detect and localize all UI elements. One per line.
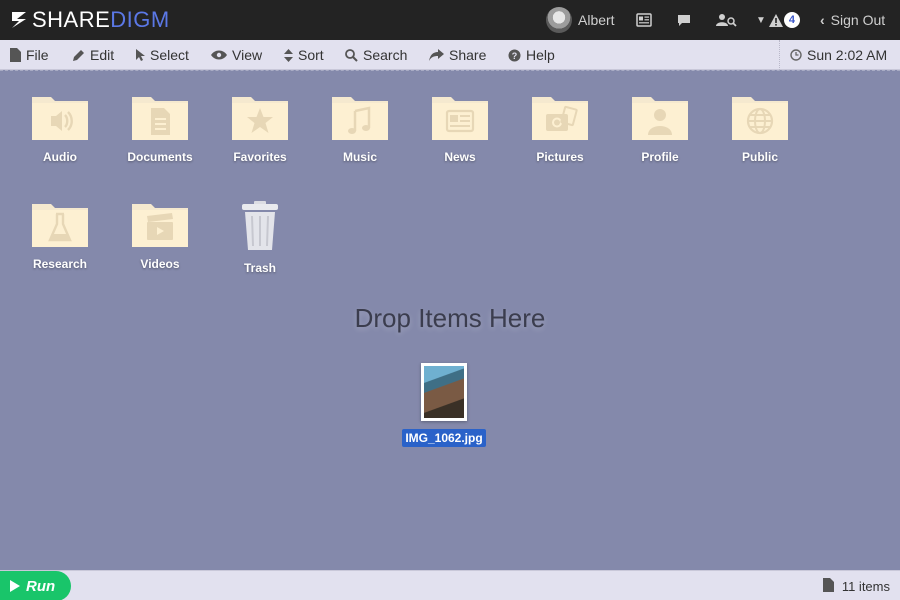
file-label: IMG_1062.jpg [402, 429, 486, 447]
eye-icon [211, 50, 227, 60]
file-image[interactable]: IMG_1062.jpg [397, 363, 491, 447]
folder-news[interactable]: News [415, 93, 505, 164]
pencil-icon [72, 49, 85, 62]
run-button[interactable]: Run [0, 571, 71, 600]
file-icon [10, 48, 21, 62]
folder-label: Favorites [233, 150, 287, 164]
menu-file-label: File [26, 47, 49, 63]
menu-help-label: Help [526, 47, 555, 63]
folder-documents[interactable]: Documents [115, 93, 205, 164]
cursor-icon [135, 48, 145, 62]
folder-audio[interactable]: Audio [15, 93, 105, 164]
caret-down-icon: ▼ [756, 14, 766, 26]
help-icon: ? [508, 49, 521, 62]
menu-select-label: Select [150, 47, 189, 63]
search-icon [345, 48, 358, 62]
notifications[interactable]: ▼ 4 [756, 0, 800, 40]
menu-help[interactable]: ? Help [508, 40, 555, 70]
sign-out-button[interactable]: ‹ Sign Out [820, 0, 885, 40]
person-icon [632, 97, 688, 140]
newspaper-icon[interactable] [636, 0, 652, 40]
folder-public[interactable]: Public [715, 93, 805, 164]
document-icon [132, 97, 188, 140]
menu-search[interactable]: Search [345, 40, 407, 70]
menu-sort[interactable]: Sort [284, 40, 324, 70]
logo-mark-icon [12, 12, 26, 28]
app-name: SHAREDIGM [32, 7, 170, 32]
run-label: Run [26, 577, 56, 595]
menu-view-label: View [232, 47, 263, 63]
trash-bin[interactable]: Trash [215, 200, 305, 275]
user-search-icon[interactable] [716, 0, 738, 40]
user-name: Albert [578, 12, 615, 28]
newspaper-icon [432, 97, 488, 140]
folder-videos[interactable]: Videos [115, 200, 205, 271]
trash-icon [242, 201, 278, 250]
svg-text:?: ? [512, 51, 518, 61]
folder-label: Documents [127, 150, 193, 164]
image-thumbnail [421, 363, 467, 421]
item-count: 11 items [822, 571, 890, 600]
drop-zone-text: Drop Items Here [354, 303, 546, 333]
share-icon [429, 49, 444, 61]
chevron-left-icon: ‹ [820, 12, 825, 28]
menu-search-label: Search [363, 47, 408, 63]
flask-icon [32, 204, 88, 247]
top-bar: SHAREDIGM Albert ▼ 4 ‹ Sign Out [0, 0, 900, 40]
trash-label: Trash [243, 261, 276, 275]
star-icon [232, 97, 288, 140]
menu-select[interactable]: Select [135, 40, 189, 70]
folder-label: Profile [641, 150, 679, 164]
chat-icon[interactable] [676, 0, 692, 40]
clapperboard-icon [132, 204, 188, 247]
clock-icon [790, 49, 802, 61]
notification-badge: 4 [783, 12, 800, 28]
folder-label: Videos [140, 257, 180, 271]
folder-research[interactable]: Research [15, 200, 105, 271]
folder-pictures[interactable]: Pictures [515, 93, 605, 164]
sign-out-label: Sign Out [830, 12, 886, 28]
menu-share[interactable]: Share [429, 40, 486, 70]
warning-icon [768, 13, 783, 27]
play-icon [10, 580, 20, 592]
folder-label: Music [342, 150, 377, 164]
folder-music[interactable]: Music [315, 93, 405, 164]
desktop-area[interactable]: Audio Documents Favorites Music News Pic… [0, 70, 900, 569]
avatar [546, 7, 572, 33]
item-count-text: 11 items [841, 578, 890, 594]
menu-file[interactable]: File [10, 40, 49, 70]
menu-edit-label: Edit [90, 47, 115, 63]
folder-label: Research [32, 257, 88, 271]
clock[interactable]: Sun 2:02 AM [779, 40, 900, 70]
folder-profile[interactable]: Profile [615, 93, 705, 164]
menu-edit[interactable]: Edit [72, 40, 114, 70]
sort-icon [284, 48, 293, 62]
folder-label: Public [741, 150, 778, 164]
user-menu[interactable]: Albert [546, 0, 615, 40]
speaker-icon [32, 97, 88, 140]
menu-share-label: Share [449, 47, 487, 63]
app-logo[interactable]: SHAREDIGM [10, 8, 170, 32]
folder-label: News [444, 150, 476, 164]
menu-view[interactable]: View [211, 40, 262, 70]
clock-text: Sun 2:02 AM [807, 47, 888, 63]
camera-icon [532, 97, 588, 140]
menu-bar: File Edit Select View Sort Search Share … [0, 40, 900, 70]
folder-label: Audio [43, 150, 77, 164]
globe-icon [732, 97, 788, 140]
folder-favorites[interactable]: Favorites [215, 93, 305, 164]
menu-sort-label: Sort [298, 47, 324, 63]
file-icon [822, 577, 834, 595]
folder-label: Pictures [536, 150, 584, 164]
bottom-bar: Run 11 items [0, 570, 900, 600]
music-note-icon [332, 97, 388, 140]
